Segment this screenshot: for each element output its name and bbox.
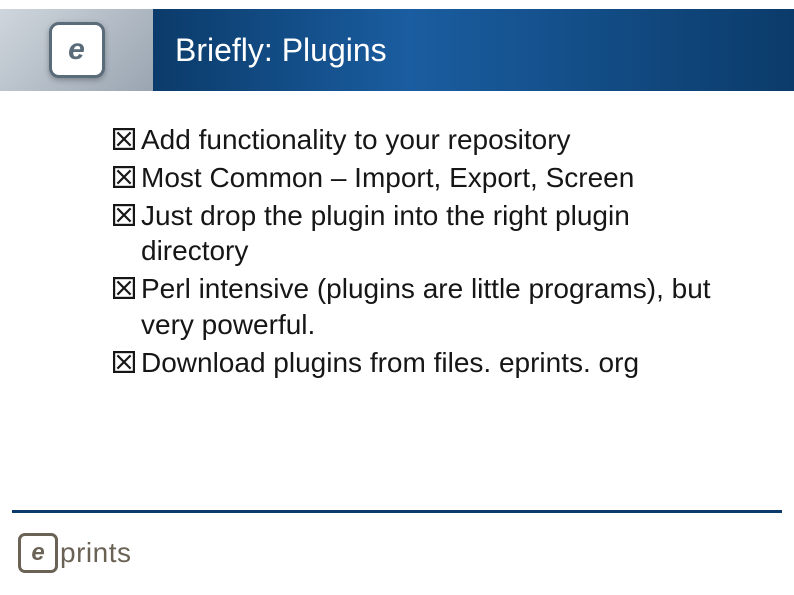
list-item: Add functionality to your repository [113, 122, 734, 158]
slide-content: Add functionality to your repository Mos… [113, 122, 734, 383]
list-item: Perl intensive (plugins are little progr… [113, 271, 734, 343]
footer-logo: e prints [18, 533, 131, 573]
slide-title: Briefly: Plugins [175, 32, 387, 69]
bullet-text: Most Common – Import, Export, Screen [141, 160, 634, 196]
eprints-icon: e [49, 22, 105, 78]
bullet-text: Perl intensive (plugins are little progr… [141, 271, 734, 343]
header-icon-background: e [0, 9, 153, 91]
slide-header: e Briefly: Plugins [0, 9, 794, 91]
list-item: Download plugins from files. eprints. or… [113, 345, 734, 381]
checkbox-x-icon [113, 204, 135, 226]
bullet-text: Just drop the plugin into the right plug… [141, 198, 734, 270]
list-item: Just drop the plugin into the right plug… [113, 198, 734, 270]
checkbox-x-icon [113, 277, 135, 299]
list-item: Most Common – Import, Export, Screen [113, 160, 734, 196]
eprints-icon-glyph: e [68, 33, 85, 67]
checkbox-x-icon [113, 166, 135, 188]
header-title-bar: Briefly: Plugins [153, 9, 794, 91]
footer-logo-text: prints [60, 537, 131, 569]
checkbox-x-icon [113, 128, 135, 150]
checkbox-x-icon [113, 351, 135, 373]
footer-logo-glyph: e [31, 539, 44, 567]
bullet-text: Add functionality to your repository [141, 122, 571, 158]
footer-divider [12, 510, 782, 513]
bullet-text: Download plugins from files. eprints. or… [141, 345, 639, 381]
footer-logo-icon: e [18, 533, 58, 573]
